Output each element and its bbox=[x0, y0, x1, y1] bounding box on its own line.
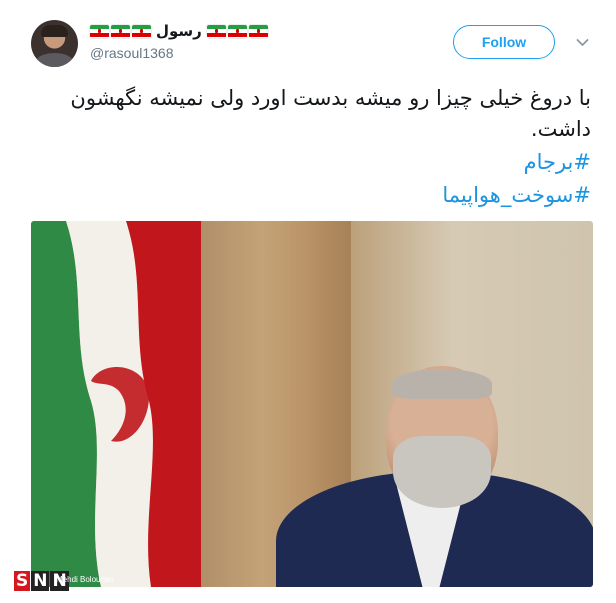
avatar-hair bbox=[41, 25, 68, 37]
hashtag-link[interactable]: #سوخت_هواپیما bbox=[28, 181, 591, 209]
follow-button[interactable]: Follow bbox=[453, 25, 555, 59]
iran-flag-icon bbox=[111, 24, 130, 38]
iran-flag-image bbox=[31, 221, 201, 587]
hashtag-link[interactable]: #برجام bbox=[28, 148, 591, 176]
iran-flag-icon bbox=[90, 24, 109, 38]
display-name-row[interactable]: رسول bbox=[90, 19, 290, 43]
iran-flag-icon bbox=[227, 24, 247, 38]
iran-flag-icon bbox=[248, 24, 268, 38]
tweet-photo[interactable] bbox=[31, 221, 593, 587]
display-name[interactable]: رسول bbox=[156, 22, 202, 40]
iran-flag-icon bbox=[206, 24, 226, 38]
avatar-shirt bbox=[35, 53, 74, 67]
photo-credit: Mehdi Bolourian bbox=[56, 575, 114, 584]
tweet-text: با دروغ خیلی چیزا رو میشه بدست اورد ولی … bbox=[70, 86, 591, 141]
beard bbox=[393, 436, 491, 508]
hair bbox=[392, 369, 492, 399]
iran-flag-icon bbox=[132, 24, 151, 38]
user-handle[interactable]: @rasoul1368 bbox=[90, 45, 174, 61]
avatar[interactable] bbox=[31, 20, 78, 67]
chevron-down-icon[interactable] bbox=[576, 36, 589, 49]
